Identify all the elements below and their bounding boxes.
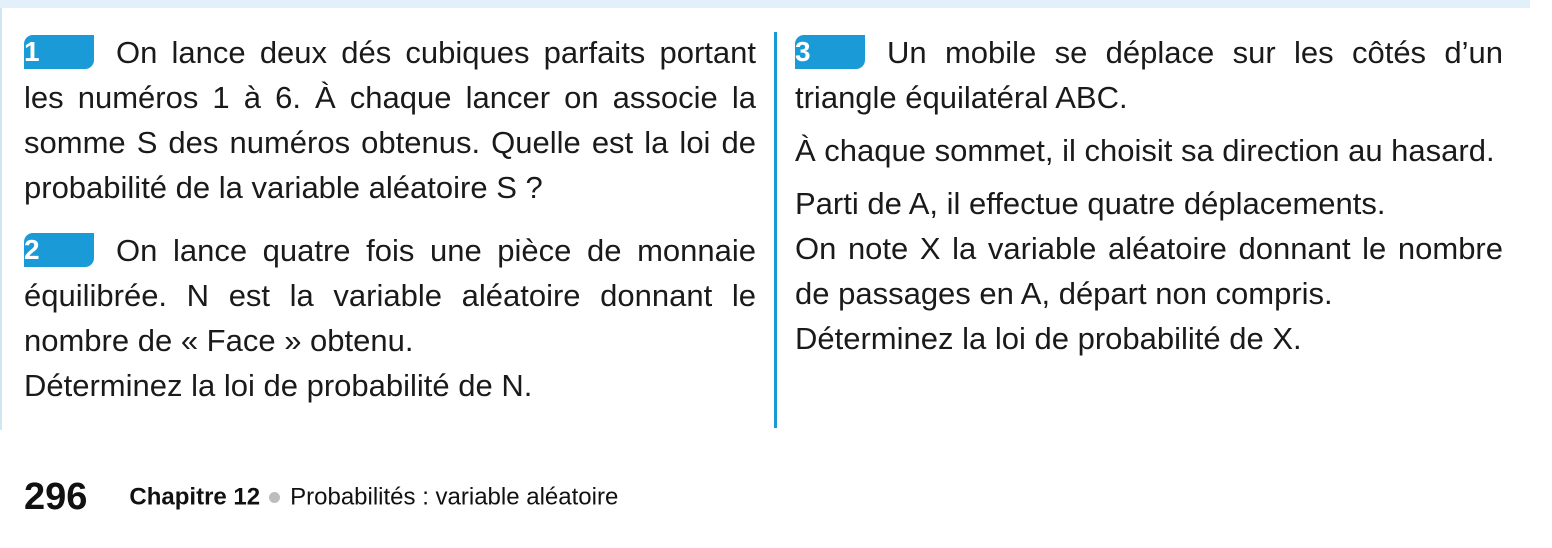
bullet-dot-icon [269, 492, 281, 503]
column-divider [774, 32, 777, 428]
exercise-3-text: Un mobile se déplace sur les côtés d’un … [795, 35, 1503, 115]
exercise-number-badge: 1 [24, 35, 94, 69]
exercise-number-badge: 2 [24, 233, 94, 267]
exercise-1-text: On lance deux dés cubiques parfaits port… [24, 35, 756, 205]
exercise-2: 2 On lance quatre fois une pièce de monna… [24, 228, 756, 408]
exercise-3-line-4: On note X la variable aléatoire donnant … [795, 231, 1503, 311]
exercise-2-paragraph: 2 On lance quatre fois une pièce de monna… [24, 228, 756, 363]
exercise-3-line-3: Parti de A, il effectue quatre déplaceme… [795, 186, 1386, 221]
exercise-3: 3 Un mobile se déplace sur les côtés d’un… [795, 30, 1503, 361]
exercise-3-line-2: À chaque sommet, il choisit sa direction… [795, 133, 1495, 168]
chapter-title: Probabilités : variable aléatoire [290, 483, 619, 511]
right-column: 3 Un mobile se déplace sur les côtés d’un… [795, 30, 1503, 361]
exercise-2-text: On lance quatre fois une pièce de monnai… [24, 233, 756, 358]
top-color-band [0, 0, 1530, 8]
exercise-1: 1 On lance deux dés cubiques parfaits por… [24, 30, 756, 210]
exercise-3-question: Déterminez la loi de probabilité de X. [795, 321, 1302, 356]
exercise-3-paragraph: 3 Un mobile se déplace sur les côtés d’un… [795, 30, 1503, 120]
page-footer: 296 Chapitre 12 Probabilités : variable al… [24, 476, 618, 519]
exercise-2-question: Déterminez la loi de probabilité de N. [24, 368, 533, 403]
left-column: 1 On lance deux dés cubiques parfaits por… [24, 30, 756, 408]
exercise-1-paragraph: 1 On lance deux dés cubiques parfaits por… [24, 30, 756, 210]
chapter-label: Chapitre 12 [129, 483, 261, 511]
exercise-number-badge: 3 [795, 35, 865, 69]
page-number: 296 [24, 476, 88, 518]
left-margin-rule [0, 8, 2, 430]
